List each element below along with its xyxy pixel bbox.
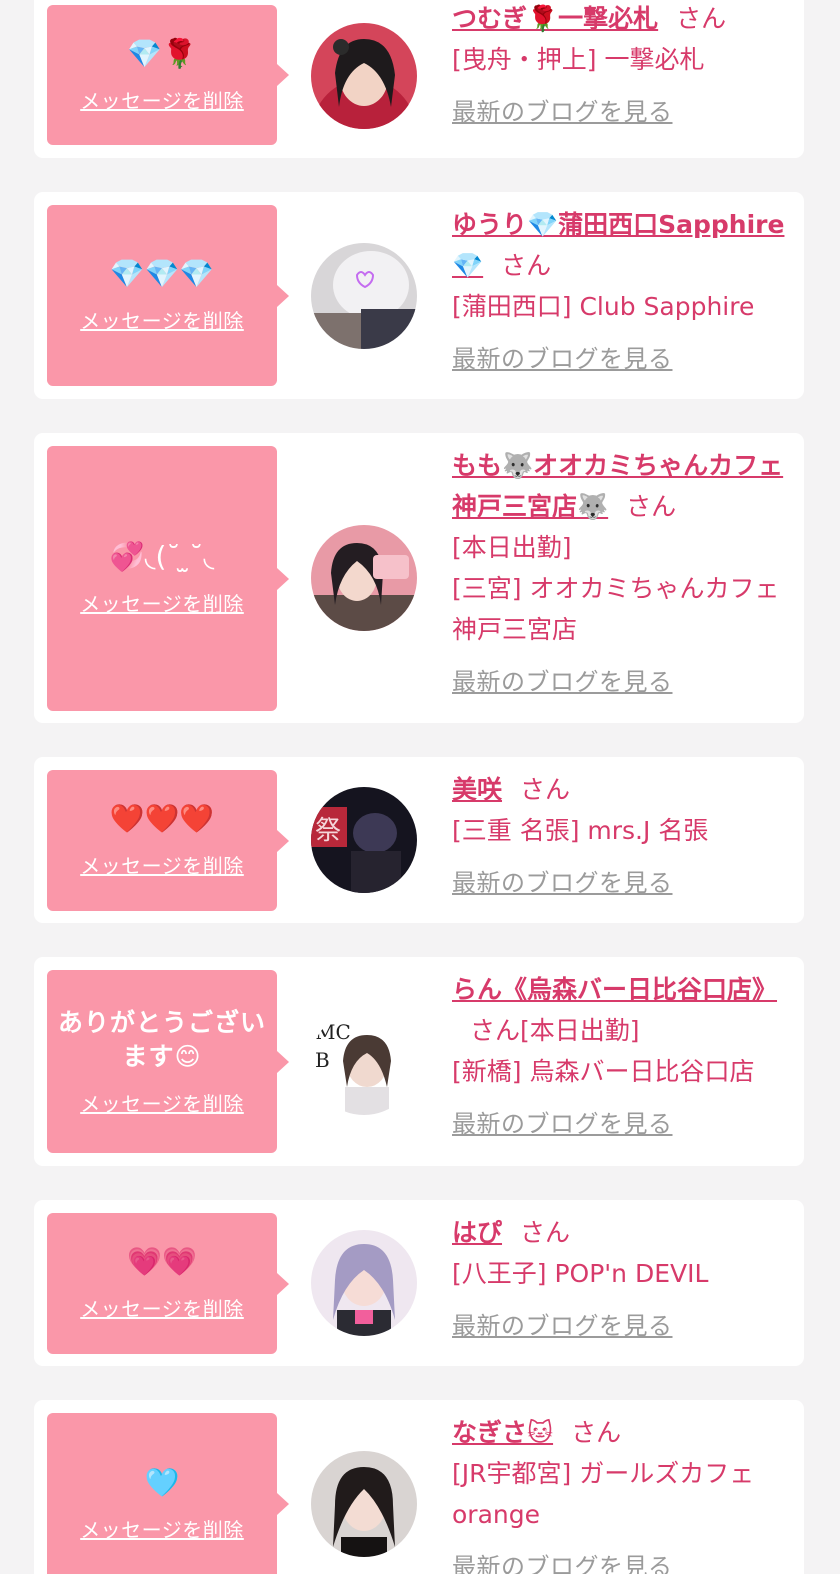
svg-text:MC: MC bbox=[315, 1020, 351, 1044]
delete-message-link[interactable]: メッセージを削除 bbox=[80, 1293, 244, 1322]
san-suffix: さん bbox=[470, 1016, 521, 1045]
delete-message-link[interactable]: メッセージを削除 bbox=[80, 305, 244, 334]
message-bubble: 🩵 メッセージを削除 bbox=[47, 1413, 289, 1574]
message-bubble: ❤️❤️❤️ メッセージを削除 bbox=[47, 770, 289, 911]
attendance-status: [本日出勤] bbox=[452, 533, 572, 562]
latest-blog-link[interactable]: 最新のブログを見る bbox=[452, 92, 673, 127]
avatar-image: 祭 bbox=[311, 787, 417, 893]
avatar-image bbox=[311, 243, 417, 349]
san-suffix: さん bbox=[571, 1418, 622, 1447]
message-text: ❤️❤️❤️ bbox=[109, 802, 215, 835]
delete-message-link[interactable]: メッセージを削除 bbox=[80, 1514, 244, 1543]
delete-message-link[interactable]: メッセージを削除 bbox=[80, 588, 244, 617]
latest-blog-link[interactable]: 最新のブログを見る bbox=[452, 339, 673, 374]
svg-text:B: B bbox=[315, 1048, 330, 1072]
message-text: 💗💗 bbox=[127, 1245, 197, 1278]
latest-blog-link[interactable]: 最新のブログを見る bbox=[452, 662, 673, 697]
message-list: 💎🌹 メッセージを削除 つむぎ🌹一撃必札 さん [曳舟・押上] 一撃必札 最新のブ… bbox=[0, 0, 840, 1574]
message-card: 💎🌹 メッセージを削除 つむぎ🌹一撃必札 さん [曳舟・押上] 一撃必札 最新のブ… bbox=[34, 0, 804, 158]
avatar-image bbox=[311, 525, 417, 631]
san-suffix: さん bbox=[501, 251, 552, 280]
delete-message-link[interactable]: メッセージを削除 bbox=[80, 85, 244, 114]
message-card: ありがとうございます😊 メッセージを削除 MC B らん《烏森バー日比谷口店》さ… bbox=[34, 957, 804, 1166]
message-text: 💎💎💎 bbox=[109, 257, 215, 290]
shop-info: [曳舟・押上] 一撃必札 bbox=[452, 45, 705, 74]
message-text: 💎🌹 bbox=[127, 36, 197, 70]
avatar-image: MC B bbox=[311, 1009, 417, 1115]
latest-blog-link[interactable]: 最新のブログを見る bbox=[452, 1306, 673, 1341]
latest-blog-link[interactable]: 最新のブログを見る bbox=[452, 1104, 673, 1139]
cast-name-link[interactable]: つむぎ🌹一撃必札 bbox=[452, 4, 658, 33]
avatar[interactable] bbox=[311, 1230, 417, 1336]
message-card: 💞◟(˘ ̫˘◟ メッセージを削除 もも🐺オオカミちゃんカフェ神戸三宮店🐺 さん … bbox=[34, 433, 804, 723]
cast-name-link[interactable]: もも🐺オオカミちゃんカフェ神戸三宮店🐺 bbox=[452, 451, 783, 521]
avatar-image bbox=[311, 1451, 417, 1557]
cast-name-link[interactable]: はぴ bbox=[452, 1218, 502, 1247]
shop-info: [三重 名張] mrs.J 名張 bbox=[452, 816, 709, 845]
avatar-image bbox=[311, 23, 417, 129]
message-text: 💞◟(˘ ̫˘◟ bbox=[109, 540, 215, 573]
shop-info: [八王子] POP'n DEVIL bbox=[452, 1259, 709, 1288]
avatar[interactable] bbox=[311, 1451, 417, 1557]
avatar[interactable] bbox=[311, 23, 417, 129]
avatar[interactable] bbox=[311, 243, 417, 349]
shop-info: [JR宇都宮] ガールズカフェorange bbox=[452, 1459, 755, 1529]
san-suffix: さん bbox=[626, 492, 677, 521]
cast-name-link[interactable]: らん《烏森バー日比谷口店》 bbox=[452, 975, 777, 1004]
san-suffix: さん bbox=[520, 1218, 571, 1247]
san-suffix: さん bbox=[520, 775, 571, 804]
message-card: 🩵 メッセージを削除 なぎさ🐱 さん [JR宇都宮] ガールズカフェorange … bbox=[34, 1400, 804, 1574]
latest-blog-link[interactable]: 最新のブログを見る bbox=[452, 1547, 673, 1574]
san-suffix: さん bbox=[676, 4, 727, 33]
message-text: ありがとうございます😊 bbox=[57, 1008, 266, 1071]
latest-blog-link[interactable]: 最新のブログを見る bbox=[452, 863, 673, 898]
delete-message-link[interactable]: メッセージを削除 bbox=[80, 1088, 244, 1117]
avatar[interactable] bbox=[311, 525, 417, 631]
cast-name-link[interactable]: なぎさ🐱 bbox=[452, 1418, 553, 1447]
message-card: ❤️❤️❤️ メッセージを削除 祭 美咲 さん [三重 名張] mrs.J 名張 … bbox=[34, 757, 804, 923]
svg-text:祭: 祭 bbox=[315, 816, 341, 846]
avatar[interactable]: MC B bbox=[311, 1009, 417, 1115]
message-bubble: 💎🌹 メッセージを削除 bbox=[47, 5, 289, 145]
message-bubble: 💞◟(˘ ̫˘◟ メッセージを削除 bbox=[47, 446, 289, 711]
message-bubble: 💎💎💎 メッセージを削除 bbox=[47, 205, 289, 386]
message-card: 💗💗 メッセージを削除 はぴ さん [八王子] POP'n DEVIL 最新のブロ… bbox=[34, 1200, 804, 1366]
cast-name-link[interactable]: 美咲 bbox=[452, 775, 502, 804]
delete-message-link[interactable]: メッセージを削除 bbox=[80, 850, 244, 879]
message-card: 💎💎💎 メッセージを削除 ゆうり💎蒲田西口Sapphire💎 さん [蒲田西口] … bbox=[34, 192, 804, 399]
shop-info: [蒲田西口] Club Sapphire bbox=[452, 292, 755, 321]
shop-info: [新橋] 烏森バー日比谷口店 bbox=[452, 1057, 755, 1086]
message-text: 🩵 bbox=[144, 1465, 180, 1499]
attendance-status: [本日出勤] bbox=[520, 1016, 640, 1045]
message-bubble: ありがとうございます😊 メッセージを削除 bbox=[47, 970, 289, 1153]
message-bubble: 💗💗 メッセージを削除 bbox=[47, 1213, 289, 1354]
shop-info: [三宮] オオカミちゃんカフェ神戸三宮店 bbox=[452, 574, 780, 644]
avatar[interactable]: 祭 bbox=[311, 787, 417, 893]
avatar-image bbox=[311, 1230, 417, 1336]
